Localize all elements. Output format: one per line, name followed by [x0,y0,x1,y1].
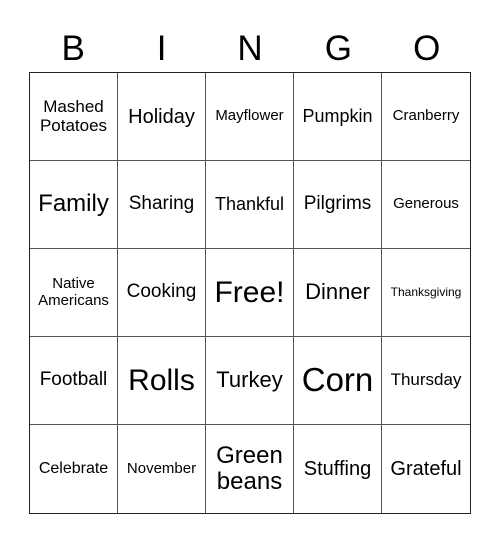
bingo-cell[interactable]: Family [30,161,118,249]
header-letter-o: O [413,28,441,68]
header-letter-b: B [61,28,85,68]
bingo-cell[interactable]: Football [30,337,118,425]
bingo-cell[interactable]: Rolls [118,337,206,425]
bingo-cell[interactable]: Stuffing [294,425,382,513]
bingo-board: Mashed Potatoes Holiday Mayflower Pumpki… [29,72,471,514]
free-space-cell[interactable]: Free! [206,249,294,337]
bingo-cell[interactable]: Mashed Potatoes [30,73,118,161]
bingo-cell[interactable]: Celebrate [30,425,118,513]
header-letter-n: N [237,28,263,68]
header-letter-i: I [156,28,167,68]
bingo-cell[interactable]: November [118,425,206,513]
bingo-cell[interactable]: Thursday [382,337,470,425]
bingo-cell[interactable]: Cranberry [382,73,470,161]
bingo-cell[interactable]: Turkey [206,337,294,425]
bingo-cell[interactable]: Mayflower [206,73,294,161]
bingo-cell[interactable]: Grateful [382,425,470,513]
bingo-cell[interactable]: Green beans [206,425,294,513]
bingo-header: B I N G O [29,26,471,70]
bingo-cell[interactable]: Dinner [294,249,382,337]
bingo-cell[interactable]: Thanksgiving [382,249,470,337]
bingo-cell[interactable]: Thankful [206,161,294,249]
bingo-cell[interactable]: Holiday [118,73,206,161]
bingo-cell[interactable]: Generous [382,161,470,249]
bingo-cell[interactable]: Pilgrims [294,161,382,249]
bingo-cell[interactable]: Sharing [118,161,206,249]
header-letter-g: G [324,28,352,68]
bingo-cell[interactable]: Pumpkin [294,73,382,161]
bingo-cell[interactable]: Corn [294,337,382,425]
bingo-cell[interactable]: Native Americans [30,249,118,337]
bingo-cell[interactable]: Cooking [118,249,206,337]
